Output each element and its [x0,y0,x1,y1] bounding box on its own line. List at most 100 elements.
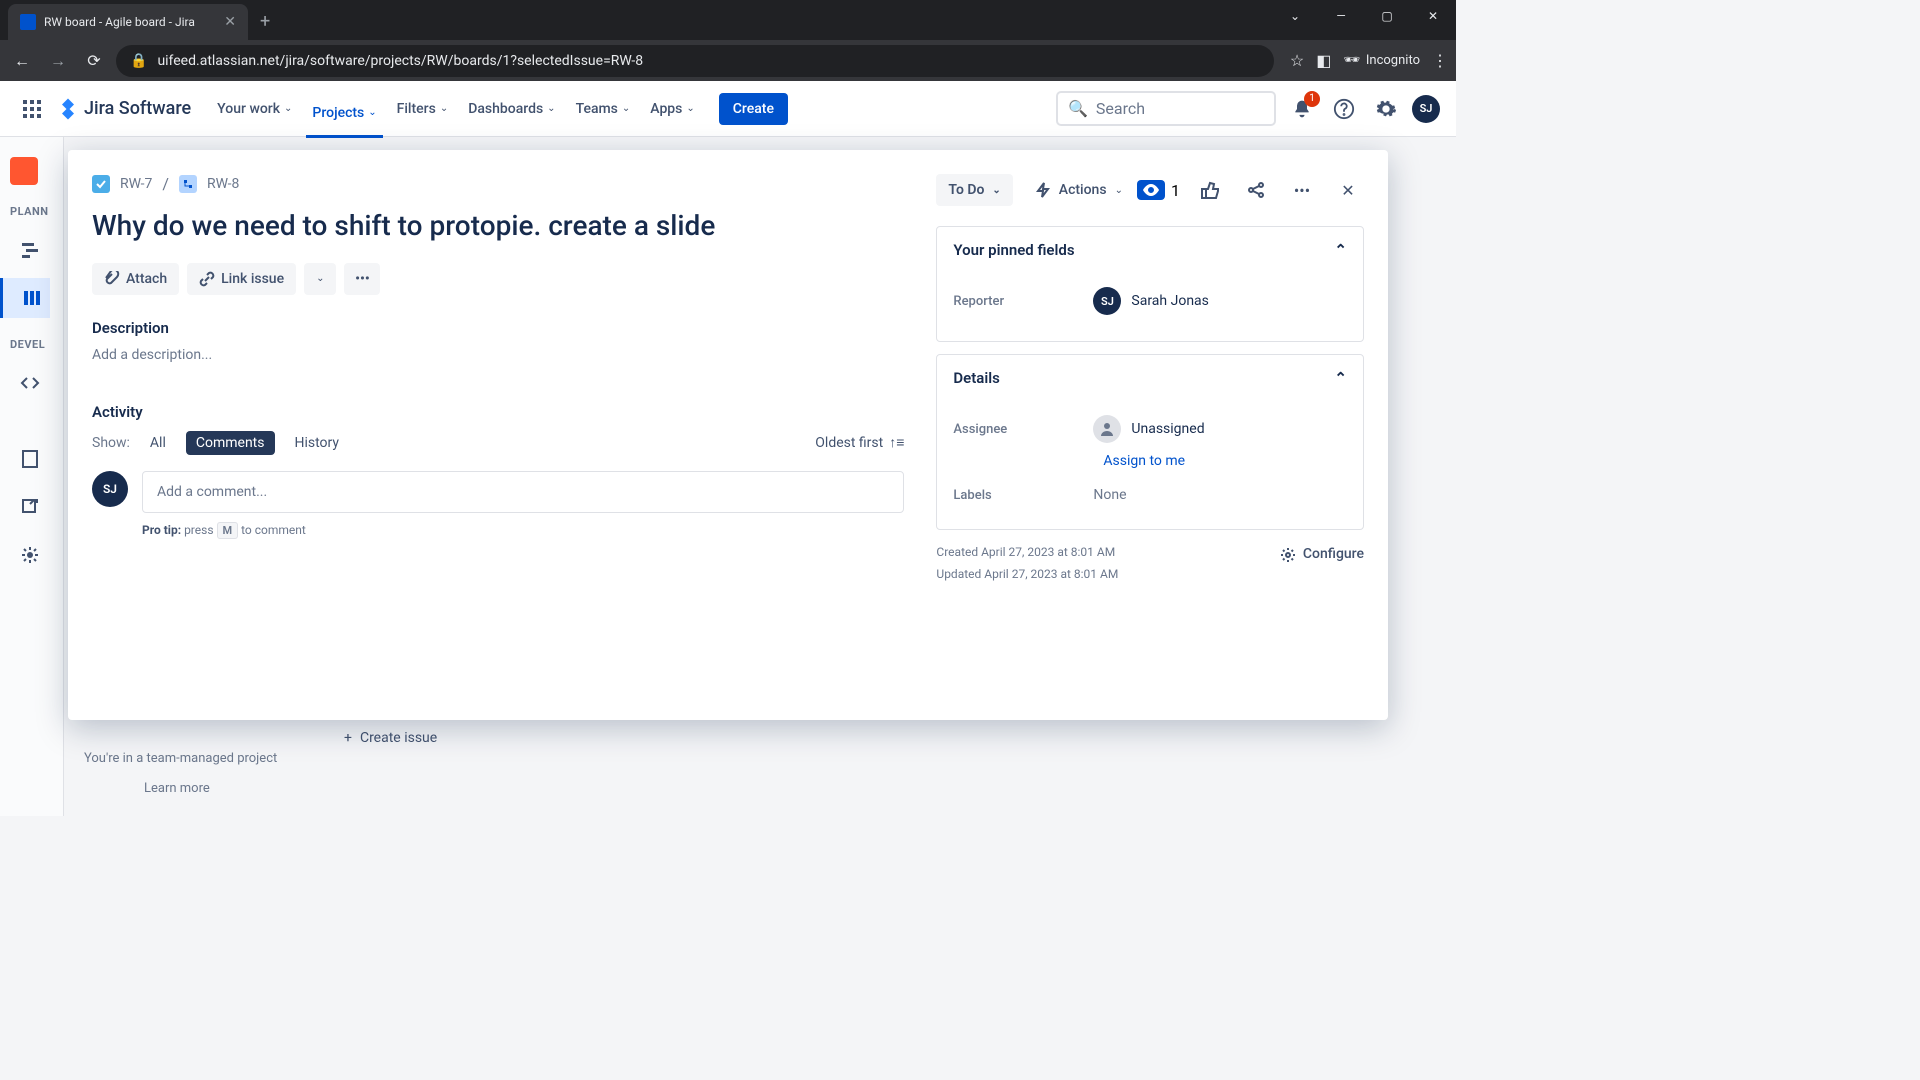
window-minimize[interactable]: — [1318,0,1364,32]
actions-dropdown[interactable]: Actions ⌄ [1023,174,1135,206]
labels-value[interactable]: None [1093,487,1347,503]
nav-apps[interactable]: Apps⌄ [644,93,701,125]
assign-to-me-link[interactable]: Assign to me [1103,453,1347,469]
share-button[interactable] [1240,174,1272,206]
sort-icon: ↑≡ [889,434,904,451]
configure-button[interactable]: Configure [1279,542,1364,567]
assignee-value[interactable]: Unassigned [1093,415,1347,443]
reload-button[interactable]: ⟳ [80,47,108,75]
nav-filters[interactable]: Filters⌄ [391,93,455,125]
unassigned-avatar-icon [1093,415,1121,443]
created-date: Created April 27, 2023 at 8:01 AM [936,542,1118,564]
filter-all[interactable]: All [140,431,176,455]
bookmark-icon[interactable]: ☆ [1290,51,1304,70]
more-actions-button[interactable]: ••• [1286,174,1318,206]
sidebar-pages[interactable] [10,439,50,479]
more-content-button[interactable]: ••• [344,263,380,295]
project-type-footer: You're in a team-managed project [84,751,277,766]
issue-title[interactable]: Why do we need to shift to protopie. cre… [92,209,904,243]
extensions-icon[interactable]: ◧ [1316,51,1331,70]
sidebar-shortcut[interactable] [10,487,50,527]
chevron-down-icon: ⌄ [368,107,376,118]
address-bar[interactable]: 🔒 uifeed.atlassian.net/jira/software/pro… [116,45,1274,77]
chevron-down-icon: ⌄ [1115,185,1123,196]
sidebar-section-planning: PLANN [10,205,49,218]
sort-button[interactable]: Oldest first ↑≡ [815,434,904,451]
nav-projects[interactable]: Projects⌄ [306,97,382,138]
eye-icon [1137,180,1165,200]
search-input[interactable]: 🔍 Search [1056,91,1276,126]
pinned-fields-header[interactable]: Your pinned fields ⌃ [937,227,1363,273]
close-modal-button[interactable]: ✕ [1332,174,1364,206]
subtask-icon [179,175,197,193]
status-dropdown[interactable]: To Do ⌄ [936,174,1012,206]
project-icon[interactable] [10,157,38,185]
link-icon [199,271,215,287]
window-close[interactable]: ✕ [1410,0,1456,32]
search-icon: 🔍 [1068,99,1088,118]
nav-teams[interactable]: Teams⌄ [570,93,637,125]
link-issue-dropdown[interactable]: ⌄ [304,263,336,295]
bolt-icon [1035,182,1051,198]
learn-more-link[interactable]: Learn more [144,781,210,796]
user-avatar[interactable]: SJ [1412,95,1440,123]
chevron-up-icon: ⌃ [1334,241,1347,259]
sidebar-timeline[interactable] [10,230,50,270]
filter-history[interactable]: History [285,431,350,455]
reporter-avatar: SJ [1093,287,1121,315]
browser-chrome: ⌄ — ▢ ✕ RW board - Agile board - Jira ✕ … [0,0,1456,81]
nav-your-work[interactable]: Your work⌄ [211,93,298,125]
like-button[interactable] [1194,174,1226,206]
url-text: uifeed.atlassian.net/jira/software/proje… [157,53,643,69]
chrome-dropdown[interactable]: ⌄ [1272,0,1318,32]
nav-dashboards[interactable]: Dashboards⌄ [462,93,561,125]
attach-button[interactable]: Attach [92,263,179,295]
sidebar-settings[interactable] [10,535,50,575]
paperclip-icon [104,271,120,287]
link-issue-button[interactable]: Link issue [187,263,296,295]
notifications-icon[interactable]: 1 [1286,93,1318,125]
sidebar-code[interactable] [10,363,50,403]
jira-logo[interactable]: Jira Software [56,97,191,121]
sidebar-section-development: DEVEL [10,338,45,351]
details-header[interactable]: Details ⌃ [937,355,1363,401]
reporter-value[interactable]: SJ Sarah Jonas [1093,287,1347,315]
help-icon[interactable] [1328,93,1360,125]
pinned-fields-panel: Your pinned fields ⌃ Reporter SJ Sarah J… [936,226,1364,342]
plus-icon: + [344,730,352,746]
chrome-menu-icon[interactable]: ⋮ [1432,51,1448,70]
create-issue-link[interactable]: + Create issue [344,730,437,746]
pro-tip: Pro tip: press M to comment [142,523,904,537]
window-maximize[interactable]: ▢ [1364,0,1410,32]
app-switcher-icon[interactable] [16,93,48,125]
notification-count: 1 [1304,91,1320,107]
parent-issue-link[interactable]: RW-7 [120,176,152,192]
key-m-badge: M [217,522,239,539]
browser-tab[interactable]: RW board - Agile board - Jira ✕ [8,4,248,40]
activity-heading: Activity [92,403,904,421]
sidebar-board[interactable] [0,278,50,318]
breadcrumb: RW-7 / RW-8 [92,174,904,193]
project-sidebar: PLANN DEVEL [0,137,64,816]
create-button[interactable]: Create [719,93,788,125]
settings-icon[interactable] [1370,93,1402,125]
filter-comments[interactable]: Comments [186,431,275,455]
incognito-badge[interactable]: 🕶 Incognito [1343,53,1420,68]
incognito-icon: 🕶 [1343,53,1360,68]
current-issue-link[interactable]: RW-8 [207,176,239,192]
jira-top-nav: Jira Software Your work⌄ Projects⌄ Filte… [0,81,1456,137]
back-button[interactable]: ← [8,47,36,75]
description-field[interactable]: Add a description... [92,347,904,363]
forward-button[interactable]: → [44,47,72,75]
commenter-avatar: SJ [92,471,128,507]
gear-icon [1279,546,1297,564]
chevron-down-icon: ⌄ [992,185,1000,196]
description-heading: Description [92,319,904,337]
comment-input[interactable]: Add a comment... [142,471,904,513]
chevron-down-icon: ⌄ [284,103,292,114]
watch-button[interactable]: 1 [1137,180,1180,200]
chevron-down-icon: ⌄ [622,103,630,114]
assignee-label: Assignee [953,422,1093,437]
new-tab-button[interactable]: + [248,3,282,40]
tab-close-icon[interactable]: ✕ [224,14,236,30]
